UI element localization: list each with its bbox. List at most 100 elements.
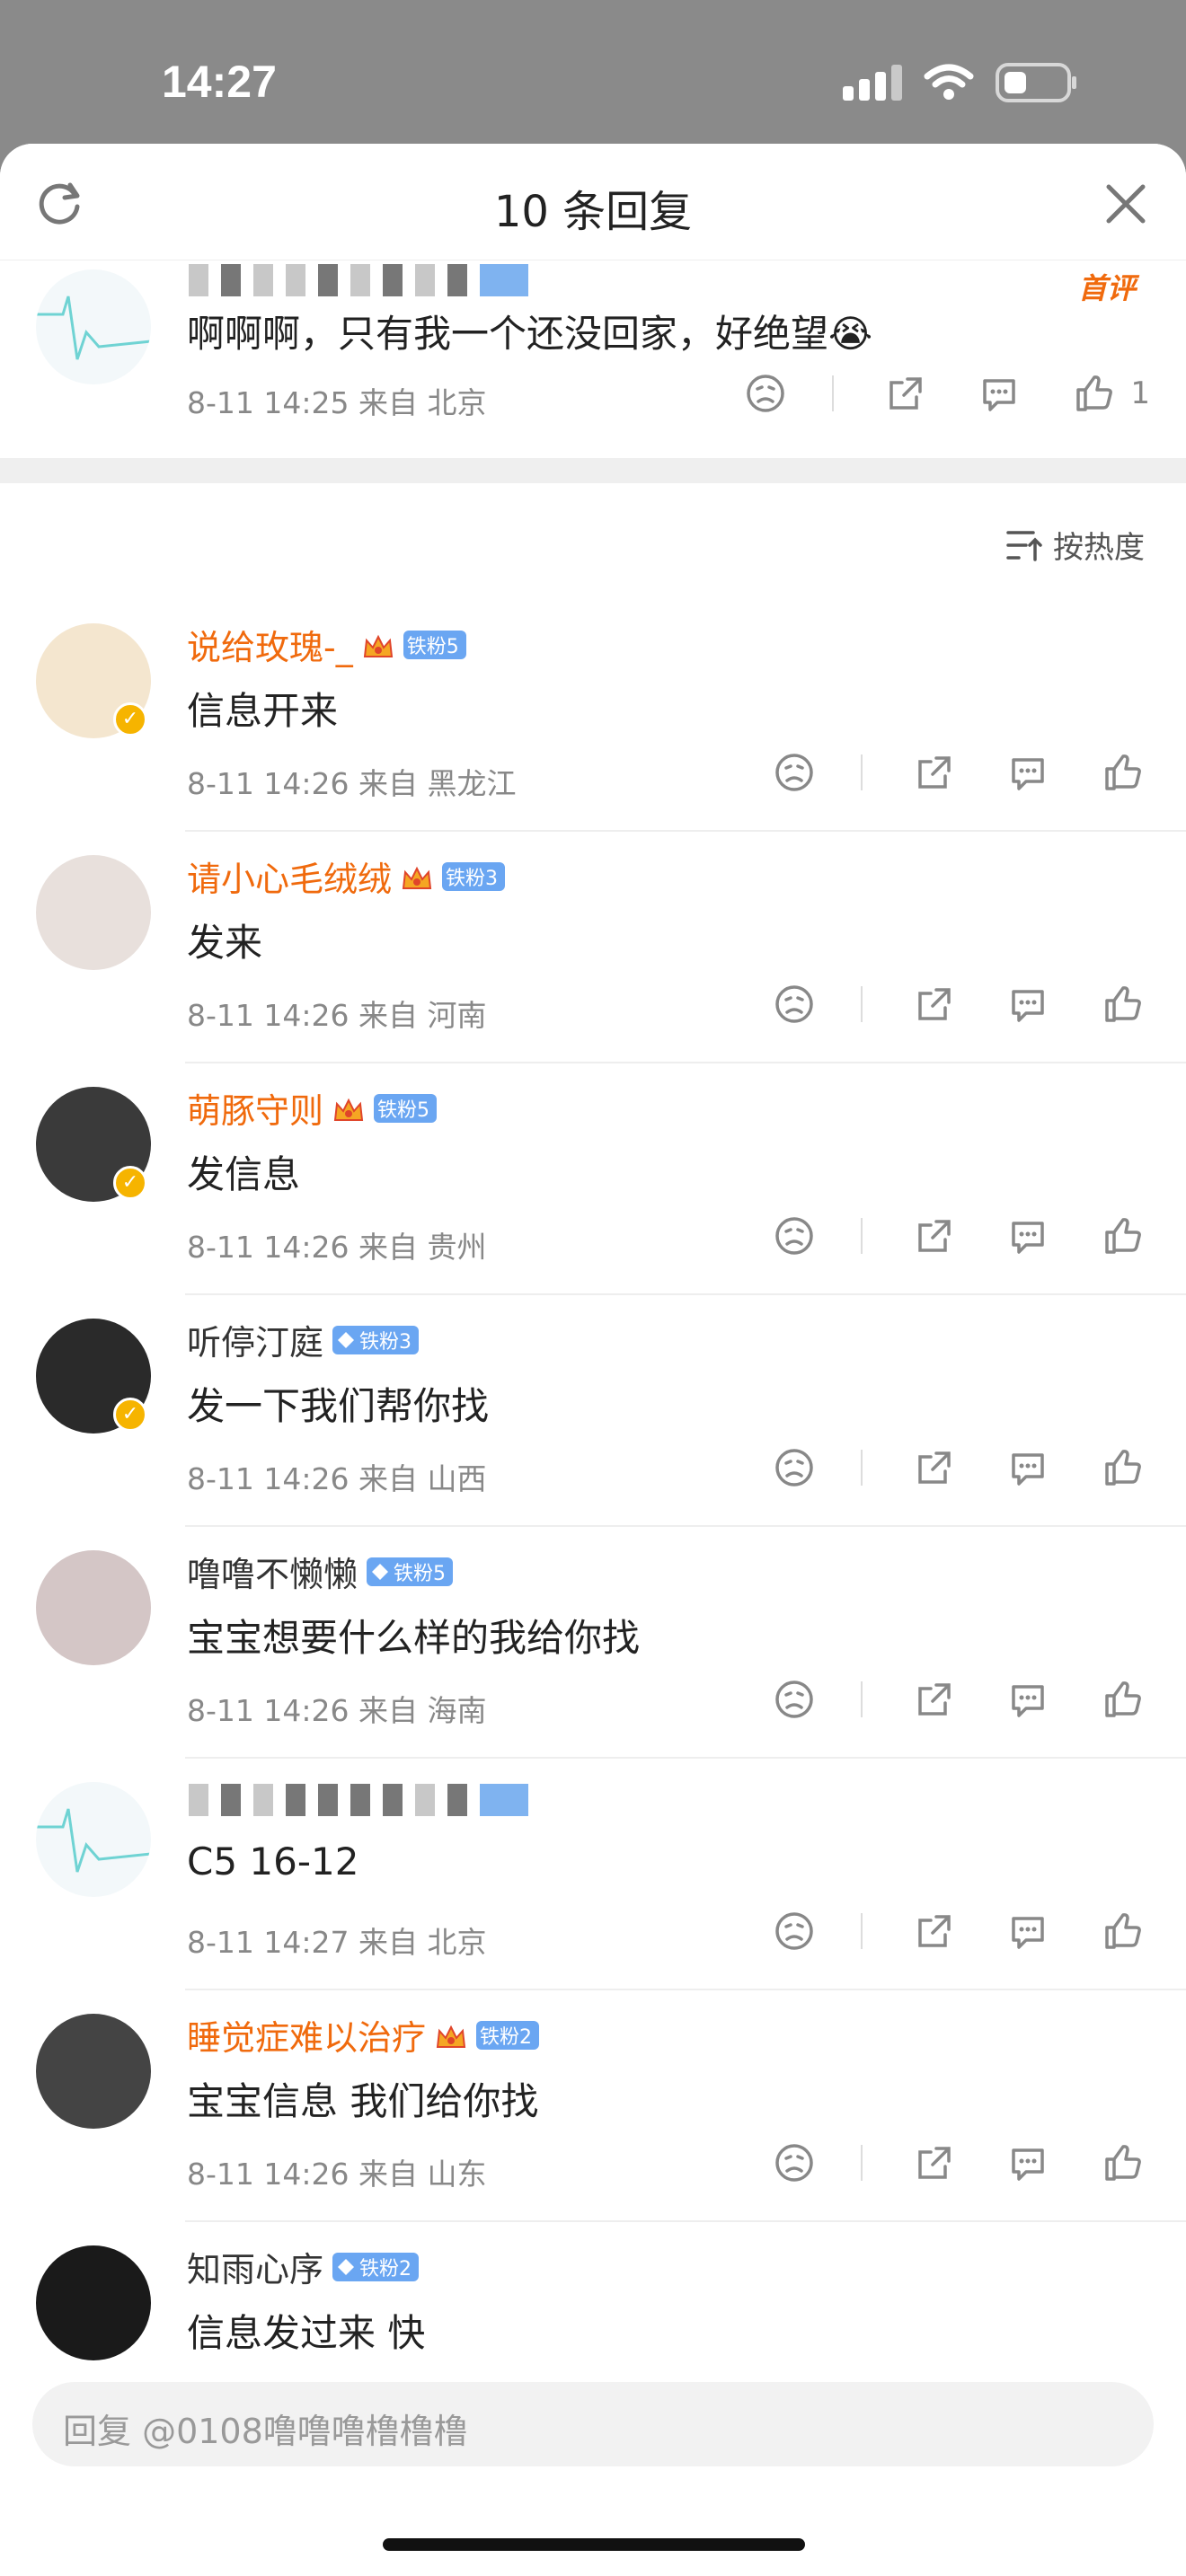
replies-sheet: 10 条回复 首评 啊啊啊，只有我一个还没回家，好绝望😭 8-11 14:25 … bbox=[0, 144, 1186, 2576]
comment-text: 发信息 bbox=[187, 1152, 301, 1196]
comment-actions bbox=[773, 983, 1143, 1026]
sort-button[interactable]: 按热度 bbox=[1006, 523, 1145, 567]
comment-text: 宝宝想要什么样的我给你找 bbox=[187, 1616, 641, 1660]
like-icon[interactable] bbox=[1100, 1678, 1143, 1721]
close-icon[interactable] bbox=[1103, 181, 1148, 226]
verified-icon: ✓ bbox=[113, 1166, 147, 1200]
comment-actions bbox=[773, 751, 1143, 794]
comment-actions bbox=[773, 1214, 1143, 1257]
fan-badge[interactable]: 铁粉5 bbox=[374, 1093, 438, 1123]
like-count: 1 bbox=[1130, 375, 1150, 411]
fan-badge[interactable]: 铁粉3 bbox=[442, 861, 506, 891]
comment-username-row: 听停汀庭 铁粉3 bbox=[187, 1315, 420, 1364]
action-divider bbox=[832, 375, 835, 411]
share-icon[interactable] bbox=[913, 1910, 956, 1953]
dislike-icon[interactable] bbox=[773, 2141, 816, 2184]
comment-meta: 8-11 14:26 来自 贵州 bbox=[187, 1230, 487, 1265]
comment-icon[interactable] bbox=[1006, 983, 1049, 1026]
sort-icon bbox=[1006, 530, 1042, 561]
fan-badge[interactable]: 铁粉2 bbox=[332, 2252, 420, 2281]
username[interactable]: 听停汀庭 bbox=[187, 1315, 323, 1364]
fan-badge-label: 铁粉2 bbox=[359, 2257, 412, 2280]
like-icon[interactable] bbox=[1100, 751, 1143, 794]
username[interactable]: 噜噜不懒懒 bbox=[187, 1547, 358, 1596]
dislike-icon[interactable] bbox=[773, 751, 816, 794]
comment-item: 请小心毛绒绒 铁粉3 发来 8-11 14:26 来自 河南 bbox=[0, 832, 1186, 1063]
root-comment: 首评 啊啊啊，只有我一个还没回家，好绝望😭 8-11 14:25 来自 北京 1 bbox=[0, 260, 1186, 458]
comment-item: 睡觉症难以治疗 铁粉2 宝宝信息 我们给你找 8-11 14:26 来自 山东 bbox=[0, 1990, 1186, 2222]
share-icon[interactable] bbox=[913, 1678, 956, 1721]
status-icons bbox=[843, 63, 1078, 102]
sort-label: 按热度 bbox=[1053, 530, 1145, 566]
action-divider bbox=[861, 754, 863, 790]
action-divider bbox=[861, 1218, 863, 1254]
comment-icon[interactable] bbox=[1006, 2141, 1049, 2184]
share-icon[interactable] bbox=[913, 2141, 956, 2184]
fan-badge[interactable]: 铁粉3 bbox=[332, 1325, 420, 1354]
share-icon[interactable] bbox=[913, 983, 956, 1026]
avatar[interactable] bbox=[36, 855, 151, 970]
like-icon[interactable] bbox=[1071, 372, 1114, 415]
comment-icon[interactable] bbox=[1006, 1214, 1049, 1257]
like-icon[interactable] bbox=[1100, 1910, 1143, 1953]
username[interactable]: 睡觉症难以治疗 bbox=[187, 2010, 426, 2060]
share-icon[interactable] bbox=[913, 751, 956, 794]
share-icon[interactable] bbox=[913, 1214, 956, 1257]
waveform-avatar-icon bbox=[36, 296, 151, 360]
dislike-icon[interactable] bbox=[773, 983, 816, 1026]
crown-icon bbox=[362, 631, 394, 659]
comment-text: 宝宝信息 我们给你找 bbox=[187, 2079, 539, 2123]
comment-item: ✓ 说给玫瑰-_ 铁粉5 信息开来 8-11 14:26 来自 黑龙江 bbox=[0, 600, 1186, 832]
username[interactable]: 请小心毛绒绒 bbox=[187, 851, 392, 901]
comment-icon[interactable] bbox=[1006, 1910, 1049, 1953]
comment-item: 噜噜不懒懒 铁粉5 宝宝想要什么样的我给你找 8-11 14:26 来自 海南 bbox=[0, 1527, 1186, 1759]
crown-icon bbox=[332, 1094, 365, 1123]
fan-badge[interactable]: 铁粉5 bbox=[367, 1557, 454, 1586]
dislike-icon[interactable] bbox=[773, 1214, 816, 1257]
username[interactable]: 知雨心序 bbox=[187, 2242, 323, 2291]
action-divider bbox=[861, 1450, 863, 1486]
dislike-icon[interactable] bbox=[744, 372, 787, 415]
status-bar: 14:27 bbox=[0, 0, 1186, 144]
fan-badge[interactable]: 铁粉2 bbox=[476, 2020, 540, 2050]
dislike-icon[interactable] bbox=[773, 1910, 816, 1953]
fan-badge-label: 铁粉2 bbox=[480, 2025, 533, 2049]
battery-icon bbox=[996, 63, 1076, 102]
crown-icon bbox=[401, 862, 433, 891]
comment-username-row: 知雨心序 铁粉2 bbox=[187, 2242, 420, 2291]
comment-username-row: 萌豚守则 铁粉5 bbox=[187, 1083, 438, 1133]
reply-input[interactable]: 回复 @0108噜噜噜橹橹橹 bbox=[32, 2382, 1154, 2466]
username[interactable]: 说给玫瑰-_ bbox=[187, 620, 353, 669]
comment-meta: 8-11 14:26 来自 河南 bbox=[187, 998, 487, 1033]
fan-badge[interactable]: 铁粉5 bbox=[403, 630, 466, 659]
status-time: 14:27 bbox=[162, 57, 277, 107]
share-icon[interactable] bbox=[884, 372, 927, 415]
home-indicator bbox=[383, 2538, 805, 2551]
comment-text: C5 16-12 bbox=[187, 1839, 359, 1883]
share-icon[interactable] bbox=[913, 1446, 956, 1489]
comment-item: ✓ 萌豚守则 铁粉5 发信息 8-11 14:26 来自 贵州 bbox=[0, 1063, 1186, 1295]
dislike-icon[interactable] bbox=[773, 1678, 816, 1721]
comment-icon[interactable] bbox=[1006, 751, 1049, 794]
avatar[interactable] bbox=[36, 2014, 151, 2129]
comment-username-row: 请小心毛绒绒 铁粉3 bbox=[187, 851, 506, 901]
diamond-icon bbox=[338, 2258, 355, 2275]
like-icon[interactable] bbox=[1100, 2141, 1143, 2184]
comment-text: 啊啊啊，只有我一个还没回家，好绝望😭 bbox=[187, 312, 873, 356]
comment-text: 发一下我们帮你找 bbox=[187, 1384, 490, 1428]
comment-username-row: 噜噜不懒懒 铁粉5 bbox=[187, 1547, 454, 1596]
avatar[interactable] bbox=[36, 1782, 151, 1897]
like-icon[interactable] bbox=[1100, 1214, 1143, 1257]
like-icon[interactable] bbox=[1100, 1446, 1143, 1489]
avatar[interactable] bbox=[36, 269, 151, 384]
comment-icon[interactable] bbox=[1006, 1446, 1049, 1489]
like-icon[interactable] bbox=[1100, 983, 1143, 1026]
dislike-icon[interactable] bbox=[773, 1446, 816, 1489]
avatar[interactable] bbox=[36, 2245, 151, 2360]
fan-badge-label: 铁粉5 bbox=[406, 635, 459, 658]
comment-icon[interactable] bbox=[1006, 1678, 1049, 1721]
comment-actions: 1 bbox=[744, 372, 1150, 415]
comment-icon[interactable] bbox=[978, 372, 1021, 415]
avatar[interactable] bbox=[36, 1550, 151, 1665]
username[interactable]: 萌豚守则 bbox=[187, 1083, 323, 1133]
